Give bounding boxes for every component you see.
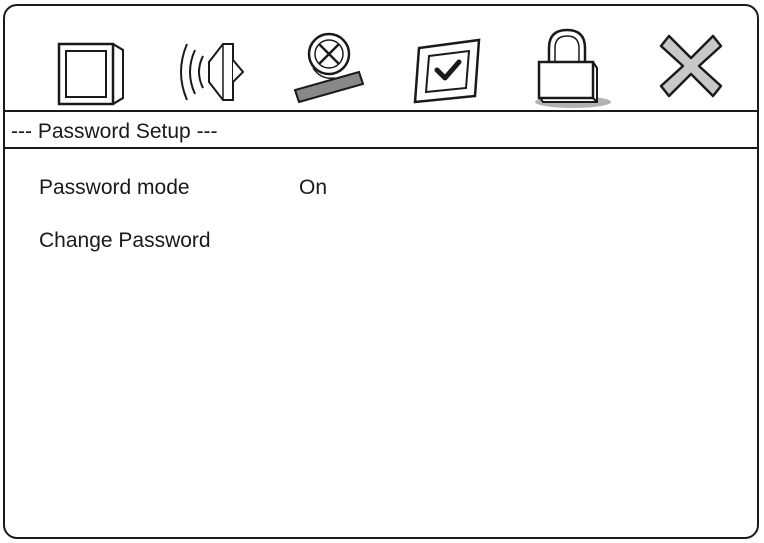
- lock-icon: [535, 28, 611, 108]
- tab-password[interactable]: [531, 20, 611, 108]
- tab-language[interactable]: [291, 20, 371, 108]
- tab-video[interactable]: [51, 20, 131, 108]
- disc-no-icon: [293, 32, 365, 104]
- menu-icon-bar: [5, 6, 757, 112]
- change-password-label: Change Password: [39, 229, 211, 252]
- tab-audio[interactable]: [171, 20, 251, 108]
- password-mode-value: On: [299, 176, 328, 199]
- close-x-icon: [659, 34, 723, 98]
- tab-preferences[interactable]: [411, 20, 491, 108]
- tab-exit[interactable]: [651, 20, 731, 108]
- tv-icon: [57, 42, 124, 106]
- divider-bottom: [5, 147, 757, 149]
- checkbox-icon: [413, 38, 481, 104]
- section-title: --- Password Setup ---: [11, 120, 218, 143]
- setting-row-password-mode[interactable]: Password mode On: [39, 176, 327, 200]
- speaker-icon: [180, 43, 245, 101]
- setting-row-change-password[interactable]: Change Password: [39, 229, 299, 253]
- password-mode-label: Password mode: [39, 176, 190, 199]
- osd-menu-window: --- Password Setup --- Password mode On C…: [3, 4, 759, 539]
- divider-top: [5, 110, 757, 112]
